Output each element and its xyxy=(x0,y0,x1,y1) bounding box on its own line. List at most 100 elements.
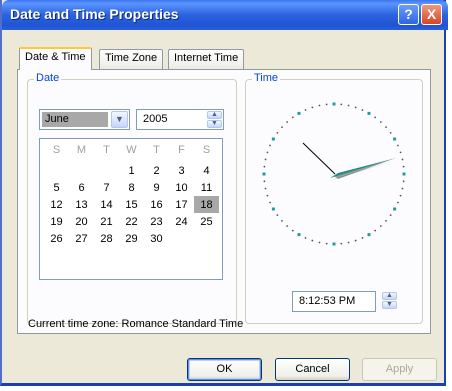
calendar-day[interactable]: 4 xyxy=(194,162,219,179)
calendar-day[interactable]: 22 xyxy=(119,213,144,230)
help-button[interactable]: ? xyxy=(398,4,419,25)
calendar-day[interactable]: 23 xyxy=(144,213,169,230)
tab-date-time[interactable]: Date & Time xyxy=(19,47,92,70)
time-group: Time 8:12:53 PM ▲ ▼ xyxy=(245,72,423,324)
minute-hand-shadow xyxy=(334,158,396,179)
minute-marker xyxy=(269,201,271,204)
minute-marker xyxy=(399,151,402,154)
calendar-day[interactable]: 15 xyxy=(119,196,144,213)
calendar-day[interactable]: 13 xyxy=(69,196,94,213)
calendar-day xyxy=(94,162,119,179)
time-up-icon[interactable]: ▲ xyxy=(382,292,397,300)
apply-button[interactable]: Apply xyxy=(362,358,437,381)
calendar-day[interactable]: 12 xyxy=(44,196,69,213)
minute-marker xyxy=(374,116,377,119)
calendar-day[interactable]: 26 xyxy=(44,230,69,247)
title-bar[interactable]: Date and Time Properties ? X xyxy=(2,0,448,30)
hour-marker xyxy=(271,207,275,211)
minute-marker xyxy=(401,187,404,190)
minute-marker xyxy=(276,131,279,134)
calendar-week-row: 26 27 28 29 30 xyxy=(44,230,219,247)
help-icon: ? xyxy=(404,6,413,22)
calendar-day[interactable]: 5 xyxy=(44,179,69,196)
month-calendar: SMTWTFS 1 2 3 4 5 6 7 8 9 10 11 12 13 14 15 16 17 18 19 20 2… xyxy=(39,138,223,280)
calendar-day[interactable]: 8 xyxy=(119,179,144,196)
ok-button[interactable]: OK xyxy=(187,358,262,381)
close-button[interactable]: X xyxy=(421,4,442,25)
calendar-day[interactable]: 19 xyxy=(44,213,69,230)
weekday-label: S xyxy=(52,144,61,156)
calendar-day[interactable]: 10 xyxy=(169,179,194,196)
year-spinner[interactable]: 2005 ▲ ▼ xyxy=(136,109,224,130)
tab-panel: Date June ▼ 2005 ▲ ▼ SMTWTFS 1 2 3 4 5 6 7 8 9 10… xyxy=(17,69,431,334)
minute-marker xyxy=(389,131,392,134)
calendar-day[interactable]: 29 xyxy=(119,230,144,247)
calendar-day xyxy=(194,230,219,247)
calendar-day[interactable]: 30 xyxy=(144,230,169,247)
month-value: June xyxy=(42,112,108,127)
calendar-week-row: 1234 xyxy=(44,162,219,179)
hour-marker xyxy=(402,172,406,176)
calendar-week-row: 19 20 21 22 23 24 25 xyxy=(44,213,219,230)
calendar-day[interactable]: 1 xyxy=(119,162,144,179)
cancel-button[interactable]: Cancel xyxy=(275,358,350,381)
calendar-day[interactable]: 3 xyxy=(169,162,194,179)
calendar-day[interactable]: 25 xyxy=(194,213,219,230)
minute-marker xyxy=(281,219,283,222)
calendar-day[interactable]: 21 xyxy=(94,213,119,230)
weekday-label: T xyxy=(103,144,110,156)
minute-marker xyxy=(401,158,404,161)
calendar-day[interactable]: 11 xyxy=(194,179,219,196)
minute-marker xyxy=(264,187,267,190)
analog-clock xyxy=(262,102,406,246)
year-down-icon[interactable]: ▼ xyxy=(207,120,222,128)
hour-marker xyxy=(332,102,336,106)
calendar-day[interactable]: 2 xyxy=(144,162,169,179)
minute-marker xyxy=(325,103,328,106)
minute-marker xyxy=(286,225,289,227)
calendar-day[interactable]: 6 xyxy=(69,179,94,196)
calendar-day[interactable]: 18 xyxy=(194,196,219,213)
tab-internet-time[interactable]: Internet Time xyxy=(168,49,245,69)
minute-marker xyxy=(361,237,364,239)
minute-marker xyxy=(354,106,357,109)
calendar-day[interactable]: 16 xyxy=(144,196,169,213)
month-select[interactable]: June ▼ xyxy=(39,109,130,130)
tab-time-zone[interactable]: Time Zone xyxy=(99,49,164,69)
current-timezone-text: Current time zone: Romance Standard Time xyxy=(28,318,244,330)
year-value: 2005 xyxy=(143,113,168,125)
year-up-icon[interactable]: ▲ xyxy=(207,111,222,119)
calendar-day[interactable]: 17 xyxy=(169,196,194,213)
minute-marker xyxy=(304,237,307,239)
calendar-day xyxy=(69,162,94,179)
minute-marker xyxy=(347,241,350,244)
minute-marker xyxy=(311,239,314,242)
calendar-day[interactable]: 24 xyxy=(169,213,194,230)
calendar-day xyxy=(44,162,69,179)
calendar-day[interactable]: 28 xyxy=(94,230,119,247)
chevron-down-icon[interactable]: ▼ xyxy=(111,111,128,128)
time-down-icon[interactable]: ▼ xyxy=(382,301,397,309)
minute-marker xyxy=(304,109,307,111)
hour-marker xyxy=(297,111,301,115)
minute-marker xyxy=(266,151,269,154)
minute-marker xyxy=(318,241,321,244)
hour-marker xyxy=(262,172,266,176)
calendar-day[interactable]: 9 xyxy=(144,179,169,196)
minute-marker xyxy=(389,214,392,217)
weekday-label: S xyxy=(202,144,211,156)
calendar-day[interactable]: 20 xyxy=(69,213,94,230)
time-spinner[interactable]: 8:12:53 PM xyxy=(292,291,376,312)
minute-marker xyxy=(291,116,294,119)
calendar-day[interactable]: 14 xyxy=(94,196,119,213)
calendar-day[interactable]: 27 xyxy=(69,230,94,247)
minute-marker xyxy=(263,165,266,168)
minute-marker xyxy=(311,106,314,109)
time-spinner-buttons[interactable]: ▲ ▼ xyxy=(380,291,398,312)
minute-marker xyxy=(264,158,267,161)
minute-marker xyxy=(361,109,364,111)
time-group-label: Time xyxy=(252,72,281,84)
minute-marker xyxy=(269,144,271,147)
calendar-day[interactable]: 7 xyxy=(94,179,119,196)
minute-marker xyxy=(318,104,321,107)
